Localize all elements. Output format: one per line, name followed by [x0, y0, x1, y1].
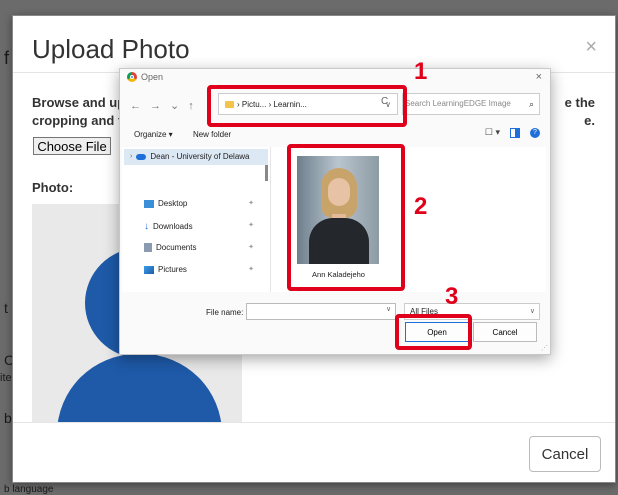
view-options-icon[interactable]: ☐ ▾: [485, 127, 500, 138]
step-1-label: 1: [414, 58, 428, 85]
highlight-address-bar: [207, 85, 407, 127]
divider: [13, 422, 615, 423]
up-icon[interactable]: ↑: [188, 100, 203, 112]
nav-item-label: Downloads: [153, 222, 193, 231]
instruction-line: e.: [584, 113, 595, 128]
preview-pane-icon[interactable]: [510, 127, 520, 138]
close-icon[interactable]: ×: [536, 71, 542, 83]
nav-item-pictures[interactable]: Pictures: [144, 265, 187, 274]
chevron-down-icon[interactable]: ∨: [386, 305, 391, 313]
nav-item-label: Dean - University of Delawa: [150, 152, 250, 161]
scrollbar[interactable]: [265, 165, 268, 181]
cloud-icon: [136, 153, 147, 160]
bg-text: b: [4, 410, 12, 426]
new-folder-button[interactable]: New folder: [193, 130, 231, 139]
avatar-body: [57, 354, 222, 422]
highlight-open-button: [395, 314, 472, 350]
dialog-toolbar: Organize ▾ New folder: [134, 130, 249, 139]
chevron-down-icon[interactable]: ⌄: [170, 100, 188, 112]
download-icon: ↓: [144, 221, 149, 232]
search-input[interactable]: Search LearningEDGE Image ⌕: [402, 93, 540, 115]
pin-icon[interactable]: ✦: [248, 221, 254, 229]
nav-item-documents[interactable]: Documents: [144, 243, 196, 252]
choose-file-button[interactable]: Choose File: [33, 137, 111, 155]
photo-label: Photo:: [32, 180, 74, 195]
nav-item-label: Desktop: [158, 199, 188, 208]
view-icons: ☐ ▾ ?: [485, 127, 540, 138]
dialog-titlebar: Open: [127, 72, 163, 82]
organize-menu[interactable]: Organize ▾: [134, 130, 173, 139]
nav-buttons: ←→⌄↑: [130, 99, 203, 112]
forward-icon[interactable]: →: [150, 100, 170, 112]
bg-text: t: [4, 300, 8, 316]
cancel-button[interactable]: Cancel: [529, 436, 601, 472]
document-icon: [144, 243, 152, 252]
nav-item-onedrive[interactable]: › Dean - University of Delawa: [130, 152, 250, 161]
nav-item-downloads[interactable]: ↓ Downloads: [144, 221, 193, 232]
dialog-title: Open: [141, 72, 164, 82]
nav-item-label: Pictures: [158, 265, 187, 274]
bg-text: f: [4, 48, 10, 68]
search-icon: ⌕: [528, 99, 534, 109]
desktop-icon: [144, 199, 154, 208]
file-name-input[interactable]: [246, 303, 396, 320]
pin-icon[interactable]: ✦: [248, 265, 254, 273]
nav-item-label: Documents: [156, 243, 197, 252]
step-3-label: 3: [445, 283, 459, 310]
dialog-cancel-button[interactable]: Cancel: [473, 322, 537, 342]
instruction-line: e the: [564, 95, 595, 110]
pin-icon[interactable]: ✦: [248, 243, 254, 251]
pictures-icon: [144, 265, 154, 274]
help-icon[interactable]: ?: [530, 127, 540, 138]
highlight-photo-file: [287, 144, 405, 291]
nav-item-desktop[interactable]: Desktop: [144, 199, 187, 208]
chrome-icon: [127, 72, 137, 82]
bg-text: b language: [4, 484, 54, 495]
search-placeholder: Search LearningEDGE Image: [405, 99, 511, 108]
back-icon[interactable]: ←: [130, 100, 150, 112]
resize-grip-icon[interactable]: ⋰: [541, 344, 548, 352]
instructions-right: e the e.: [565, 94, 595, 130]
navigation-pane: › Dean - University of Delawa Desktop ✦ …: [122, 147, 271, 292]
bg-text: ite: [0, 372, 12, 384]
close-icon[interactable]: ×: [585, 36, 597, 59]
pin-icon[interactable]: ✦: [248, 199, 254, 207]
modal-title: Upload Photo: [32, 34, 190, 64]
chevron-right-icon: ›: [130, 153, 133, 160]
step-2-label: 2: [414, 193, 428, 220]
chevron-down-icon: ∨: [529, 308, 535, 315]
file-name-label: File name:: [206, 308, 244, 317]
